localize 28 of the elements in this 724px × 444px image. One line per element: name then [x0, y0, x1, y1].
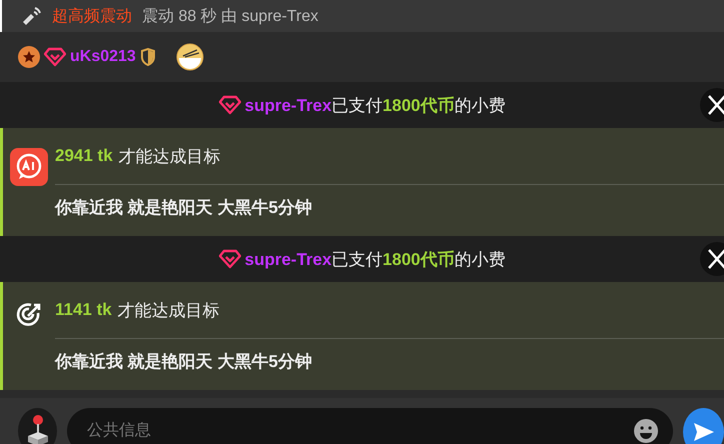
send-button[interactable] — [683, 408, 724, 444]
goal-title: 你靠近我 就是艳阳天 大黑牛5分钟 — [55, 350, 312, 372]
tip-message: supre-Trex已支付1800代币的小费 — [244, 94, 506, 116]
close-button[interactable] — [700, 242, 724, 276]
close-button[interactable] — [700, 88, 724, 122]
send-icon — [692, 422, 715, 442]
goal-text: 才能达成目标 — [118, 146, 221, 168]
cross-icon — [706, 94, 724, 116]
bowl-badge-icon — [176, 43, 204, 71]
goal-text: 才能达成目标 — [118, 300, 220, 322]
username[interactable]: uKs0213 — [70, 48, 136, 66]
shield-icon — [140, 48, 156, 66]
cross-icon — [706, 248, 724, 270]
emoji-icon[interactable] — [633, 418, 660, 444]
vibration-label: 超高频震动 — [52, 6, 132, 26]
tip-message: supre-Trex已支付1800代币的小费 — [244, 248, 506, 270]
message-input[interactable]: 公共信息 — [67, 408, 674, 444]
ai-chat-icon — [10, 148, 48, 186]
star-badge-icon — [18, 46, 40, 68]
target-icon — [16, 302, 42, 328]
goal-amount: 2941 tk — [55, 146, 113, 166]
goal-title: 你靠近我 就是艳阳天 大黑牛5分钟 — [55, 196, 312, 218]
diamond-icon — [218, 95, 241, 115]
diamond-icon — [218, 249, 241, 269]
vibration-text: 震动 88 秒 由 supre-Trex — [142, 6, 318, 26]
goal-amount: 1141 tk — [55, 300, 112, 320]
diamond-icon — [44, 47, 66, 67]
joystick-button[interactable] — [18, 408, 58, 444]
